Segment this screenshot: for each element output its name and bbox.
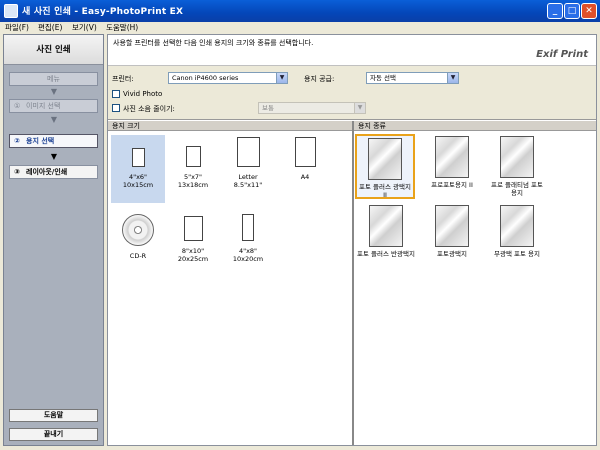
media-type-panel: 포토 플러스 광택지 II 프로포토용지 II 프로 플래티넘 포토 용지 포토…	[354, 132, 596, 445]
paper-size-name: 4"x8"	[238, 247, 258, 255]
paper-icon	[236, 137, 260, 167]
chevron-down-icon: ▼	[276, 73, 287, 83]
media-type-name: 프로 플래티넘 포토 용지	[491, 181, 543, 197]
exit-button[interactable]: 끝내기	[9, 428, 98, 441]
sidebar-heading: 사진 인쇄	[4, 35, 103, 65]
paper-size-name: 8"x10"	[181, 247, 205, 255]
close-button[interactable]: ✕	[581, 3, 597, 19]
noise-level-value: 보통	[262, 104, 274, 112]
chevron-down-icon: ▼	[354, 103, 365, 113]
menu-help[interactable]: 도움말(H)	[106, 22, 138, 34]
media-type-pro-photo[interactable]: 프로포토용지 II	[422, 136, 482, 199]
step-menu-label: 메뉴	[47, 75, 60, 83]
paper-thumbnail-icon	[368, 138, 402, 180]
arrow-down-icon: ▼	[50, 152, 58, 161]
media-type-header: 용지 종류	[354, 121, 596, 131]
paper-size-5x7[interactable]: 5"x7" 13x18cm	[166, 135, 220, 203]
menu-bar: 파일(F) 편집(E) 보기(V) 도움말(H)	[0, 22, 600, 34]
paper-size-4x8[interactable]: 4"x8" 10x20cm	[221, 210, 275, 278]
paper-size-header: 용지 크기	[108, 121, 352, 131]
step-menu[interactable]: 메뉴	[9, 72, 98, 86]
media-type-photo-glossy[interactable]: 포토광택지	[422, 205, 482, 268]
title-bar: 새 사진 인쇄 - Easy-PhotoPrint EX _ □ ✕	[0, 0, 600, 22]
step-number: ③	[14, 168, 20, 176]
paper-size-sub: 13x18cm	[177, 181, 209, 189]
media-type-photo-plus-semigloss[interactable]: 포토 플러스 반광택지	[356, 205, 416, 268]
paper-size-name: 4"x6"	[128, 173, 148, 181]
media-type-name: 포토 플러스 반광택지	[357, 250, 415, 258]
noise-reduction-label: 사진 소음 줄이기:	[123, 105, 175, 113]
paper-thumbnail-icon	[435, 136, 469, 178]
chevron-down-icon: ▼	[447, 73, 458, 83]
paper-size-panel: 4"x6" 10x15cm 5"x7" 13x18cm Letter 8.5"x…	[108, 132, 352, 445]
paper-thumbnail-icon	[435, 205, 469, 247]
paper-thumbnail-icon	[500, 136, 534, 178]
paper-size-name: Letter	[238, 173, 258, 181]
window-title: 새 사진 인쇄 - Easy-PhotoPrint EX	[22, 7, 184, 17]
paper-size-sub: 20x25cm	[177, 255, 209, 263]
media-type-matte-photo[interactable]: 무광택 포토 용지	[487, 205, 547, 268]
vivid-photo-label: Vivid Photo	[123, 90, 163, 98]
paper-size-8x10[interactable]: 8"x10" 20x25cm	[166, 210, 220, 278]
vivid-photo-checkbox[interactable]	[112, 90, 120, 98]
paper-source-label: 용지 공급:	[304, 75, 335, 83]
cd-icon	[122, 214, 154, 246]
paper-icon	[183, 216, 203, 241]
menu-view[interactable]: 보기(V)	[72, 22, 97, 34]
paper-size-sub: 8.5"x11"	[233, 181, 263, 189]
noise-level-select[interactable]: 보통 ▼	[258, 102, 366, 114]
paper-source-select[interactable]: 자동 선택 ▼	[366, 72, 459, 84]
paper-icon	[131, 148, 145, 167]
paper-size-a4[interactable]: A4	[278, 135, 332, 203]
paper-size-4x6[interactable]: 4"x6" 10x15cm	[111, 135, 165, 203]
paper-size-name: 5"x7"	[183, 173, 203, 181]
print-settings: 프린터: Canon iP4600 series ▼ 용지 공급: 자동 선택 …	[108, 65, 596, 120]
media-type-name: 포토 플러스 광택지 II	[359, 183, 411, 199]
step-number: ②	[14, 137, 20, 145]
step-image-select[interactable]: ① 이미지 선택	[9, 99, 98, 113]
paper-size-sub: 10x20cm	[232, 255, 264, 263]
printer-value: Canon iP4600 series	[172, 74, 239, 82]
step-layout-print[interactable]: ③ 레이아웃/인쇄	[9, 165, 98, 179]
paper-icon	[242, 214, 254, 241]
menu-file[interactable]: 파일(F)	[5, 22, 29, 34]
app-icon	[4, 4, 18, 18]
menu-edit[interactable]: 편집(E)	[38, 22, 62, 34]
paper-size-cdr[interactable]: CD-R	[111, 210, 165, 278]
paper-size-name: CD-R	[129, 252, 147, 260]
sidebar: 사진 인쇄 메뉴 ▼ ① 이미지 선택 ▼ ② 용지 선택 ▼ ③ 레이아웃/인쇄 도…	[3, 34, 104, 446]
arrow-down-icon: ▼	[50, 87, 58, 96]
paper-icon	[185, 146, 201, 167]
step-paper-select-label: 용지 선택	[26, 137, 55, 145]
media-type-name: 포토광택지	[437, 250, 467, 258]
media-type-name: 프로포토용지 II	[431, 181, 473, 189]
step-layout-print-label: 레이아웃/인쇄	[26, 168, 68, 176]
minimize-button[interactable]: _	[547, 3, 563, 19]
main-panel: 사용할 프린터를 선택한 다음 인쇄 용지의 크기와 종류를 선택합니다. Ex…	[107, 34, 597, 446]
step-paper-select[interactable]: ② 용지 선택	[9, 134, 98, 148]
media-type-photo-plus-glossy[interactable]: 포토 플러스 광택지 II	[355, 134, 415, 199]
paper-size-sub: 10x15cm	[122, 181, 154, 189]
paper-size-letter[interactable]: Letter 8.5"x11"	[221, 135, 275, 203]
printer-label: 프린터:	[112, 75, 134, 83]
printer-select[interactable]: Canon iP4600 series ▼	[168, 72, 288, 84]
paper-size-name: A4	[300, 173, 310, 181]
exif-print-logo: Exif Print	[536, 49, 588, 60]
paper-thumbnail-icon	[369, 205, 403, 247]
help-button[interactable]: 도움말	[9, 409, 98, 422]
maximize-button[interactable]: □	[564, 3, 580, 19]
media-type-pro-platinum[interactable]: 프로 플래티넘 포토 용지	[487, 136, 547, 199]
arrow-down-icon: ▼	[50, 115, 58, 124]
paper-thumbnail-icon	[500, 205, 534, 247]
media-type-name: 무광택 포토 용지	[494, 250, 540, 258]
step-image-select-label: 이미지 선택	[26, 102, 61, 110]
instruction-text: 사용할 프린터를 선택한 다음 인쇄 용지의 크기와 종류를 선택합니다.	[113, 39, 314, 47]
paper-source-value: 자동 선택	[370, 74, 396, 82]
step-number: ①	[14, 102, 21, 110]
noise-reduction-checkbox[interactable]	[112, 104, 120, 112]
paper-icon	[294, 137, 316, 167]
